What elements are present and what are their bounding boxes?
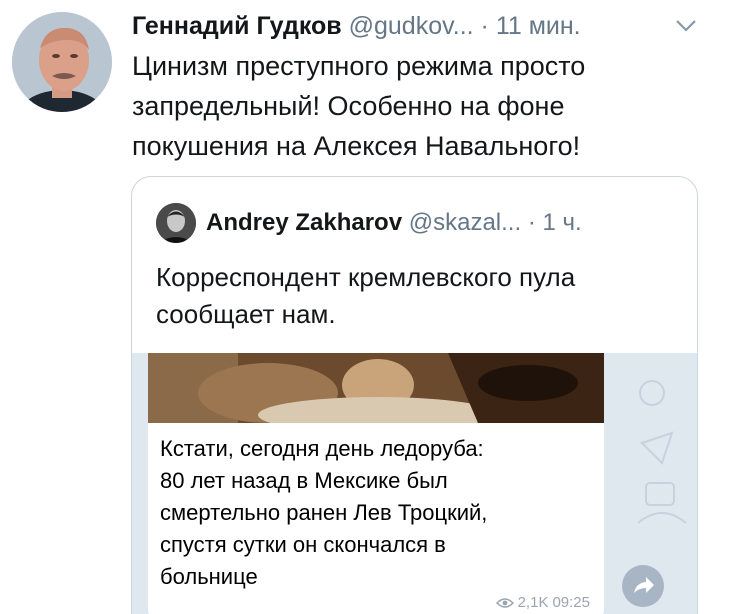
quoted-time[interactable]: 1 ч.: [543, 209, 582, 236]
author-name[interactable]: Геннадий Гудков: [132, 12, 342, 40]
meta-separator: ·: [480, 12, 489, 40]
background-doodles: [637, 380, 687, 524]
eye-icon: [495, 597, 514, 608]
chevron-down-icon[interactable]: [673, 16, 699, 36]
avatar-portrait: [12, 12, 112, 112]
message-line: спустя сутки он скончался в: [160, 532, 446, 557]
message-photo: [148, 353, 604, 423]
share-arrow-icon: [634, 577, 654, 593]
quoted-author-name[interactable]: Andrey Zakharov: [206, 209, 402, 236]
quoted-author-handle[interactable]: @skazal...: [409, 209, 521, 236]
quoted-header: Andrey Zakharov @skazal... · 1 ч.: [206, 203, 582, 243]
message-line: смертельно ранен Лев Троцкий,: [160, 500, 488, 525]
share-button[interactable]: [622, 565, 664, 607]
quoted-author-avatar[interactable]: [156, 203, 196, 243]
message-line: больнице: [160, 564, 258, 589]
message-views: 2,1K: [517, 594, 549, 611]
photo-graphic: [148, 353, 604, 423]
tweet-header: Геннадий Гудков @gudkov... · 11 мин.: [132, 10, 717, 44]
message-time: 09:25: [552, 594, 590, 611]
quoted-media-image[interactable]: Кстати, сегодня день ледоруба: 80 лет на…: [132, 353, 697, 614]
tweet-time[interactable]: 11 мин.: [496, 12, 581, 40]
message-line: Кстати, сегодня день ледоруба:: [160, 436, 484, 461]
message-line: 80 лет назад в Мексике был: [160, 468, 448, 493]
quoted-meta-separator: ·: [527, 209, 536, 236]
tweet-text: Цинизм преступного режима просто запреде…: [132, 51, 586, 161]
message-stats: 2,1K 09:25: [495, 594, 590, 611]
author-handle[interactable]: @gudkov...: [349, 12, 474, 40]
quoted-tweet[interactable]: Andrey Zakharov @skazal... · 1 ч. Коррес…: [131, 176, 698, 614]
quoted-text: Корреспондент кремлевского пула сообщает…: [156, 262, 576, 329]
message-bubble: Кстати, сегодня день ледоруба: 80 лет на…: [148, 353, 604, 614]
quoted-avatar-portrait: [156, 203, 196, 243]
message-text: Кстати, сегодня день ледоруба: 80 лет на…: [160, 433, 590, 593]
author-avatar[interactable]: [12, 12, 112, 112]
